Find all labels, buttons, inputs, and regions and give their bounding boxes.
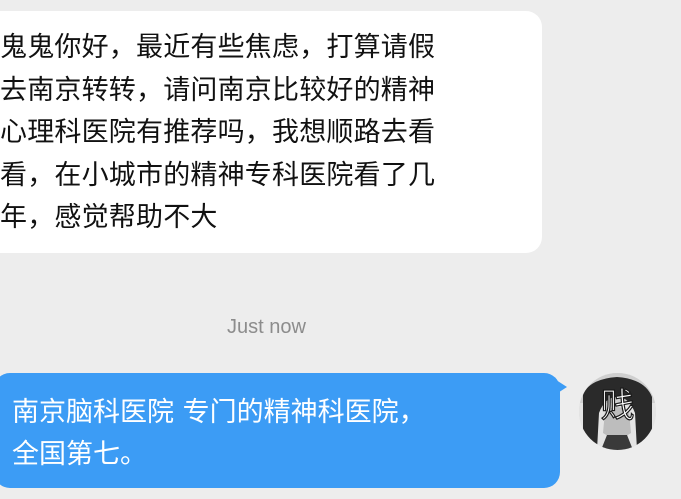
outgoing-message-bubble[interactable]: 南京脑科医院 专门的精神科医院， 全国第七。: [0, 373, 560, 488]
message-timestamp: Just now: [227, 316, 306, 338]
outgoing-bubble-tail: [553, 378, 567, 396]
incoming-message-bubble[interactable]: 鬼鬼你好，最近有些焦虑，打算请假 去南京转转，请问南京比较好的精神 心理科医院有…: [0, 11, 542, 253]
user-avatar-icon: 贱: [579, 373, 656, 450]
chat-conversation: 鬼鬼你好，最近有些焦虑，打算请假 去南京转转，请问南京比较好的精神 心理科医院有…: [0, 0, 681, 499]
user-avatar[interactable]: 贱: [579, 373, 656, 450]
avatar-glyph: 贱: [601, 386, 635, 426]
